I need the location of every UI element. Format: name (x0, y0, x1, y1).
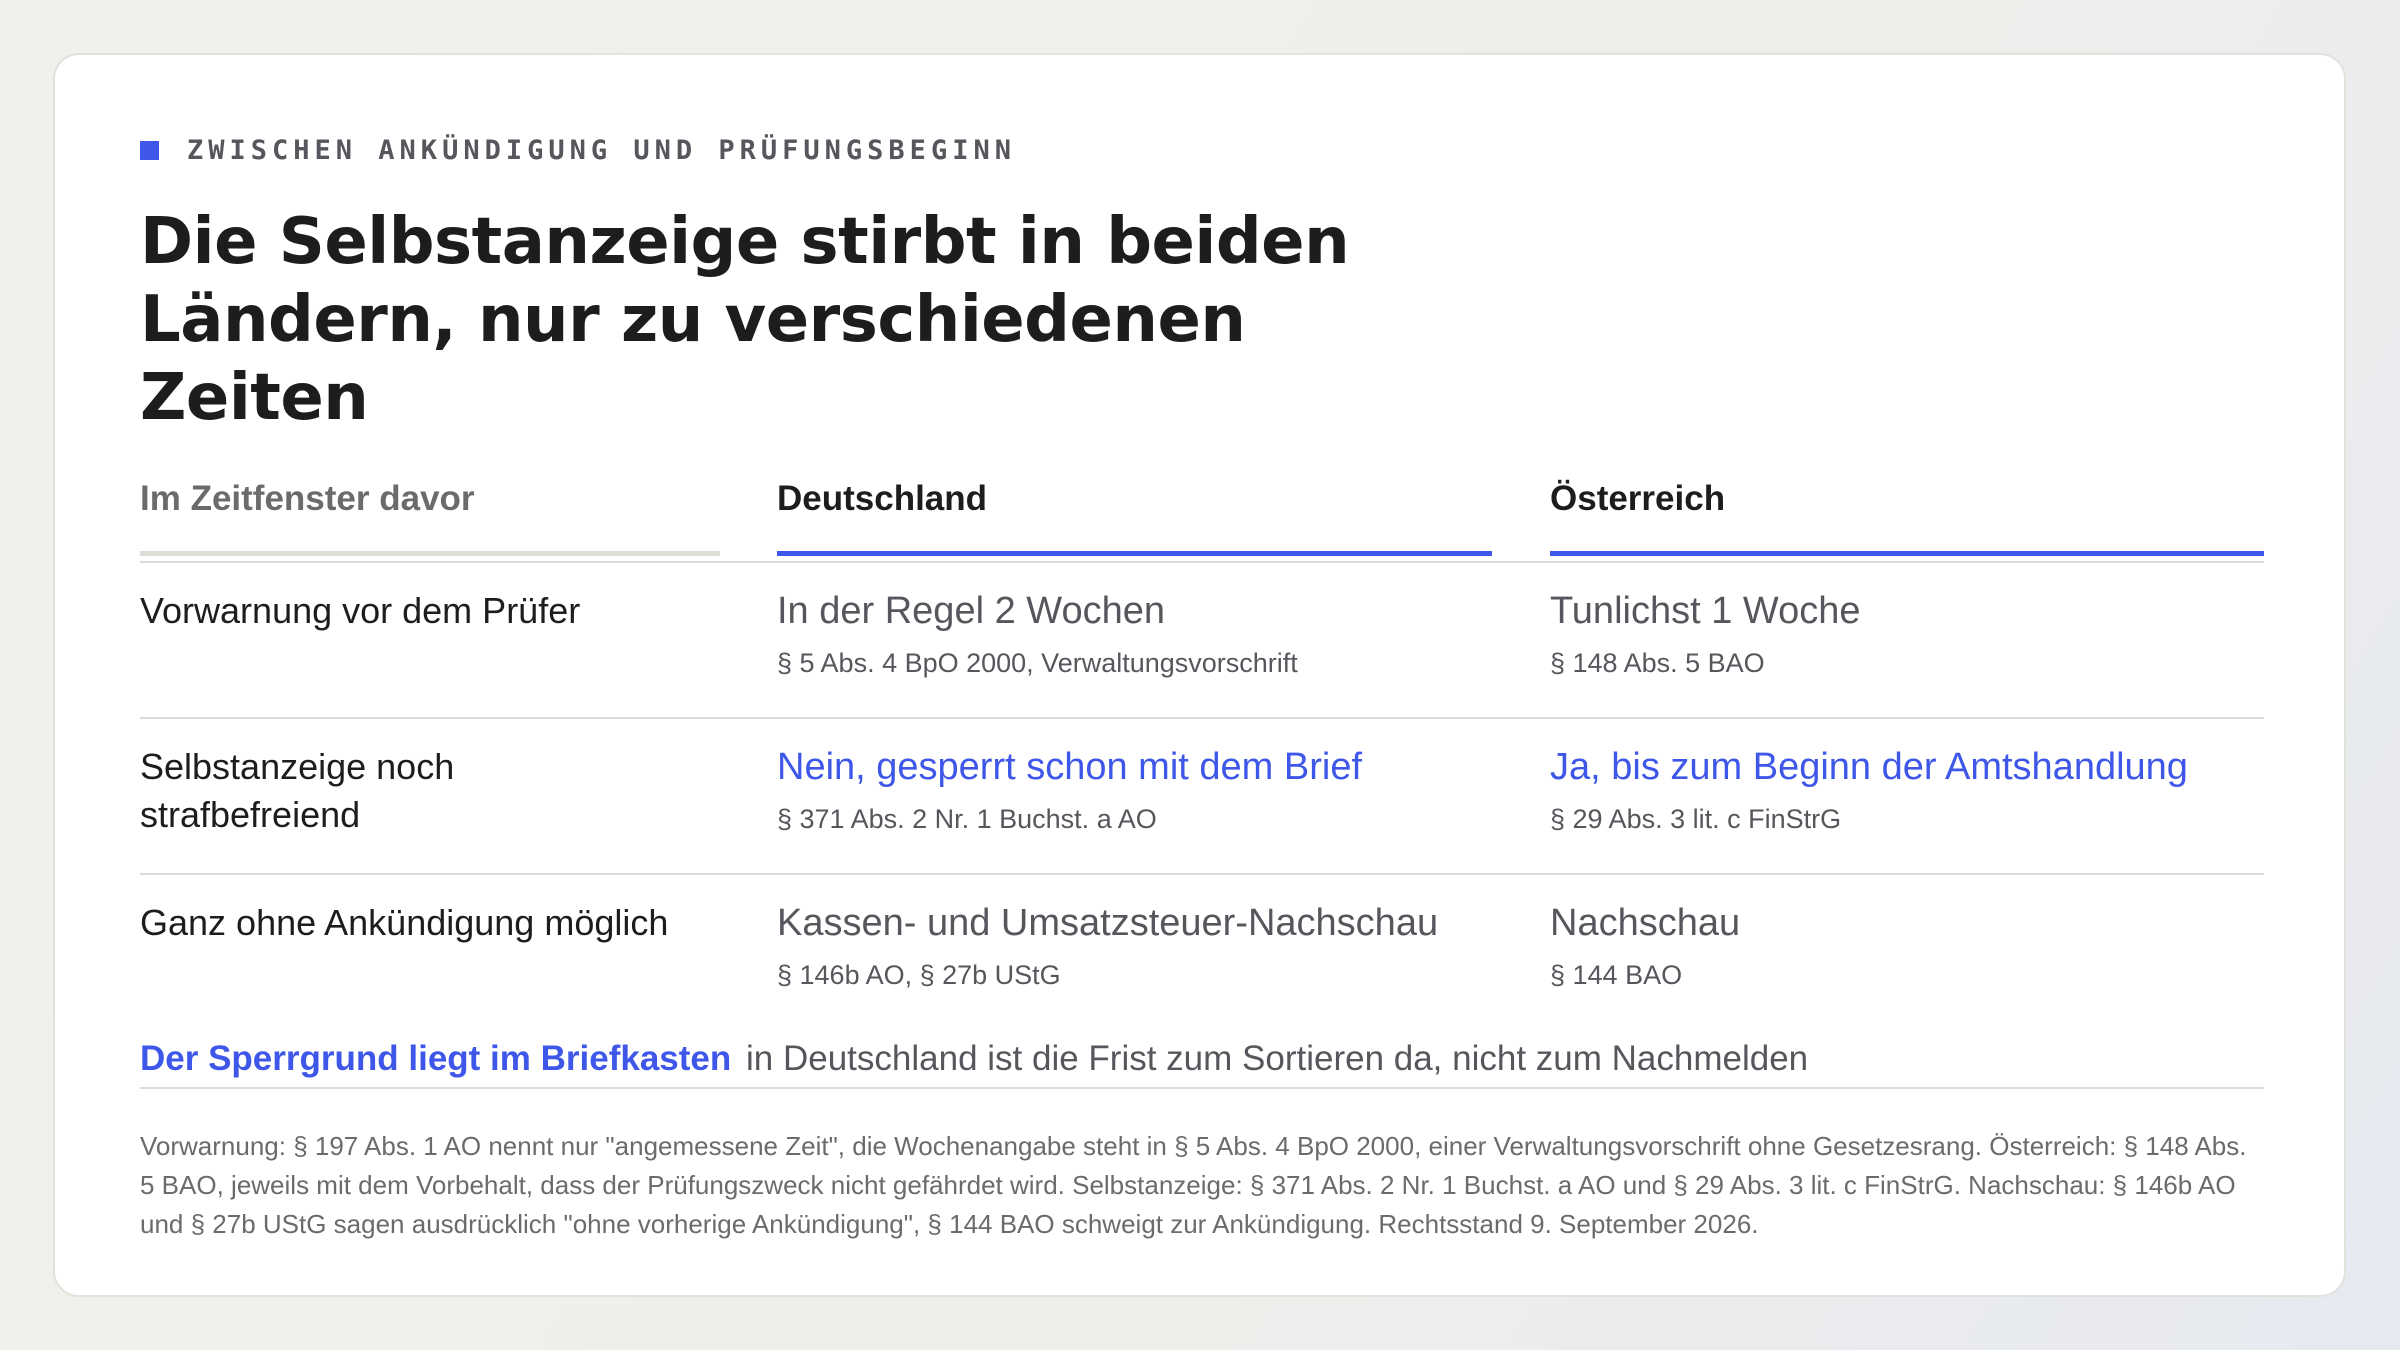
germany-value: Nein, gesperrt schon mit dem Brief (777, 746, 1363, 788)
header-austria-label: Österreich (1550, 479, 1726, 518)
eyebrow: ZWISCHEN ANKÜNDIGUNG UND PRÜFUNGSBEGINN (140, 135, 1016, 166)
austria-reference: § 29 Abs. 3 lit. c FinStrG (1550, 804, 1842, 834)
header-criterion: Im Zeitfenster davor (140, 451, 720, 556)
austria-cell: Tunlichst 1 Woche § 148 Abs. 5 BAO (1550, 587, 2264, 681)
germany-cell: Kassen- und Umsatzsteuer-Nachschau § 146… (777, 899, 1517, 993)
accent-square-icon (140, 141, 159, 160)
germany-reference: § 371 Abs. 2 Nr. 1 Buchst. a AO (777, 804, 1157, 834)
table-row: Ganz ohne Ankündigung möglich Kassen- un… (140, 875, 2264, 1031)
germany-reference: § 5 Abs. 4 BpO 2000, Verwaltungsvorschri… (777, 648, 1298, 678)
header-germany: Deutschland (777, 451, 1492, 556)
callout: Der Sperrgrund liegt im Briefkasten in D… (140, 1039, 2264, 1089)
germany-cell: Nein, gesperrt schon mit dem Brief § 371… (777, 743, 1517, 837)
row-label: Vorwarnung vor dem Prüfer (140, 590, 581, 631)
germany-cell: In der Regel 2 Wochen § 5 Abs. 4 BpO 200… (777, 587, 1517, 681)
title-line-1: Die Selbstanzeige stirbt in beiden (140, 205, 1350, 279)
header-germany-label: Deutschland (777, 479, 988, 518)
austria-reference: § 144 BAO (1550, 960, 1683, 990)
footnote: Vorwarnung: § 197 Abs. 1 AO nennt nur "a… (140, 1131, 2247, 1239)
eyebrow-label: ZWISCHEN ANKÜNDIGUNG UND PRÜFUNGSBEGINN (187, 135, 1016, 166)
table-row: Selbstanzeige noch strafbefreiend Nein, … (140, 719, 2264, 875)
header-austria: Österreich (1550, 451, 2264, 556)
header-criterion-label: Im Zeitfenster davor (140, 479, 475, 518)
table-row: Vorwarnung vor dem Prüfer In der Regel 2… (140, 563, 2264, 719)
row-label: Ganz ohne Ankündigung möglich (140, 902, 669, 943)
germany-value: In der Regel 2 Wochen (777, 590, 1165, 632)
title-line-2: Ländern, nur zu verschiedenen Zeiten (140, 283, 1246, 435)
callout-text: in Deutschland ist die Frist zum Sortier… (746, 1039, 1809, 1078)
row-label: Selbstanzeige noch strafbefreiend (140, 746, 455, 835)
austria-cell: Nachschau § 144 BAO (1550, 899, 2264, 993)
austria-value: Tunlichst 1 Woche (1550, 590, 1861, 632)
austria-reference: § 148 Abs. 5 BAO (1550, 648, 1765, 678)
austria-value: Ja, bis zum Beginn der Amtshandlung (1550, 746, 2188, 788)
austria-value: Nachschau (1550, 902, 1741, 944)
germany-reference: § 146b AO, § 27b UStG (777, 960, 1061, 990)
content-card: ZWISCHEN ANKÜNDIGUNG UND PRÜFUNGSBEGINN … (53, 53, 2346, 1297)
austria-cell: Ja, bis zum Beginn der Amtshandlung § 29… (1550, 743, 2264, 837)
callout-highlight: Der Sperrgrund liegt im Briefkasten (140, 1039, 732, 1078)
comparison-table: Im Zeitfenster davor Deutschland Österre… (140, 451, 2264, 1031)
germany-value: Kassen- und Umsatzsteuer-Nachschau (777, 902, 1439, 944)
page-title: Die Selbstanzeige stirbt in beiden Lände… (140, 203, 1440, 437)
table-header: Im Zeitfenster davor Deutschland Österre… (140, 451, 2264, 563)
